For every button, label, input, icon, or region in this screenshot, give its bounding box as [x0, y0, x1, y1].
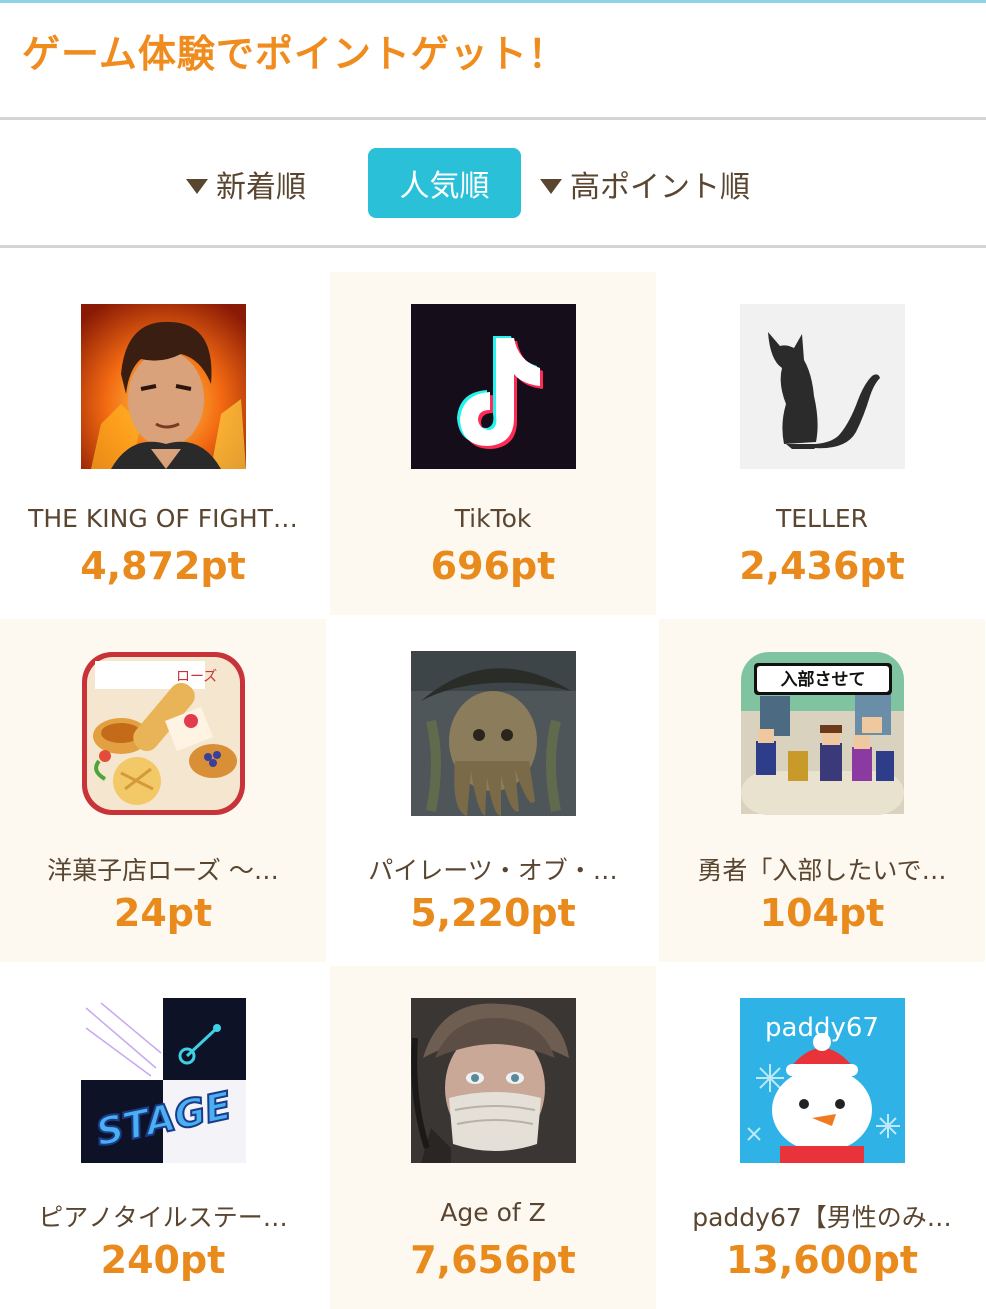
app-name: paddy67【男性のみ… — [692, 1203, 952, 1232]
sort-popular-label: 人気順 — [399, 169, 490, 204]
sort-new-button[interactable]: 新着順 — [186, 162, 306, 206]
page-header: ゲーム体験でポイントゲット！ — [0, 3, 986, 118]
sort-bar: 新着順 人気順 高ポイント順 — [0, 120, 986, 245]
app-card[interactable]: TikTok 696pt — [330, 272, 656, 615]
sort-new-label: 新着順 — [216, 170, 306, 205]
pastry-shop-icon: ローズ — [81, 651, 246, 816]
app-card[interactable]: TELLER 2,436pt — [659, 272, 985, 615]
app-points: 696pt — [430, 544, 556, 588]
masked-soldier-icon — [411, 998, 576, 1163]
app-card[interactable]: ローズ 洋菓子店ローズ 〜… 24pt — [0, 619, 326, 962]
sort-divider — [0, 245, 986, 248]
pixel-heroes-icon: 入部させて — [740, 651, 905, 816]
app-name: THE KING OF FIGHT… — [28, 504, 298, 533]
app-card[interactable]: paddy67 paddy67【男性のみ… 13,600pt — [659, 966, 985, 1309]
app-points: 24pt — [113, 891, 213, 935]
app-card[interactable]: パイレーツ・オブ・… 5,220pt — [330, 619, 656, 962]
triangle-down-icon — [186, 178, 208, 194]
app-name: Age of Z — [440, 1198, 546, 1227]
sort-high-label: 高ポイント順 — [570, 170, 750, 205]
app-points: 5,220pt — [410, 891, 576, 935]
app-card[interactable]: STAGE ピアノタイルステー… 240pt — [0, 966, 326, 1309]
cat-silhouette-icon — [740, 304, 905, 469]
page-title: ゲーム体験でポイントゲット！ — [22, 32, 567, 76]
app-points: 2,436pt — [739, 544, 905, 588]
app-name: パイレーツ・オブ・… — [368, 856, 618, 885]
app-name: 洋菓子店ローズ 〜… — [47, 856, 279, 885]
pixel-banner-text: 入部させて — [781, 669, 866, 690]
app-name: 勇者「入部したいで… — [697, 856, 947, 885]
triangle-down-icon — [540, 178, 562, 194]
app-name: TELLER — [775, 504, 869, 533]
sort-high-points-button[interactable]: 高ポイント順 — [540, 162, 750, 206]
app-card[interactable]: 入部させて 勇者「入部したいで… 104pt — [659, 619, 985, 962]
app-points: 7,656pt — [410, 1238, 576, 1282]
app-points: 104pt — [759, 891, 885, 935]
app-name: ピアノタイルステー… — [38, 1203, 288, 1232]
snow-bear-icon: paddy67 — [740, 998, 905, 1163]
app-points: 13,600pt — [725, 1238, 918, 1282]
app-card[interactable]: Age of Z 7,656pt — [330, 966, 656, 1309]
tiktok-note-icon — [411, 304, 576, 469]
app-points: 4,872pt — [80, 544, 246, 588]
pirate-captain-icon — [411, 651, 576, 816]
piano-tiles-stage-icon: STAGE — [81, 998, 246, 1163]
app-name: TikTok — [454, 504, 532, 533]
sort-popular-button[interactable]: 人気順 — [368, 148, 521, 218]
app-card[interactable]: THE KING OF FIGHT… 4,872pt — [0, 272, 326, 615]
pastry-sign-text: ローズ — [176, 669, 217, 685]
app-points: 240pt — [100, 1238, 226, 1282]
kof-fighter-icon — [81, 304, 246, 469]
